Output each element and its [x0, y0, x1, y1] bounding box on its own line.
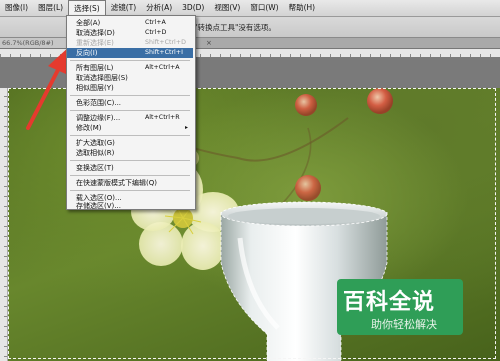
menu-item-deselect[interactable]: 取消选择(D) Ctrl+D: [67, 28, 193, 38]
menu-separator: [70, 60, 190, 61]
menu-separator: [70, 175, 190, 176]
menu-item-quick-mask[interactable]: 在快速蒙版模式下编辑(Q): [67, 178, 193, 188]
menu-item-transform-selection[interactable]: 变换选区(T): [67, 163, 193, 173]
select-menu-dropdown: 全部(A) Ctrl+A 取消选择(D) Ctrl+D 重新选择(E) Shift+C…: [66, 15, 196, 210]
watermark-title: 百科全说: [343, 290, 436, 315]
menu-item-modify[interactable]: 修改(M) ▸: [67, 123, 193, 133]
menu-item-similar[interactable]: 选取相似(R): [67, 148, 193, 158]
menu-item-all-layers[interactable]: 所有图层(L) Alt+Ctrl+A: [67, 63, 193, 73]
menu-separator: [70, 160, 190, 161]
submenu-arrow-icon: ▸: [185, 124, 189, 131]
menu-separator: [70, 110, 190, 111]
menu-item-reselect: 重新选择(E) Shift+Ctrl+D: [76, 39, 186, 47]
menu-item-grow[interactable]: 扩大选取(G): [67, 138, 193, 148]
menu-separator: [70, 95, 190, 96]
watermark-subtitle: 助你轻松解决: [371, 318, 437, 331]
menu-item-save-selection[interactable]: 存储选区(V)...: [67, 202, 193, 210]
menu-item-similar-layers[interactable]: 相似图层(Y): [67, 83, 193, 93]
menu-separator: [70, 135, 190, 136]
menu-item-deselect-layers[interactable]: 取消选择图层(S): [67, 73, 193, 83]
menu-item-inverse[interactable]: 反向(I) Shift+Ctrl+I: [67, 48, 193, 58]
menu-item-all[interactable]: 全部(A) Ctrl+A: [67, 18, 193, 28]
menu-separator: [70, 190, 190, 191]
menu-item-color-range[interactable]: 色彩范围(C)...: [67, 98, 193, 108]
menu-item-refine-edge[interactable]: 调整边缘(F)... Alt+Ctrl+R: [67, 113, 193, 123]
